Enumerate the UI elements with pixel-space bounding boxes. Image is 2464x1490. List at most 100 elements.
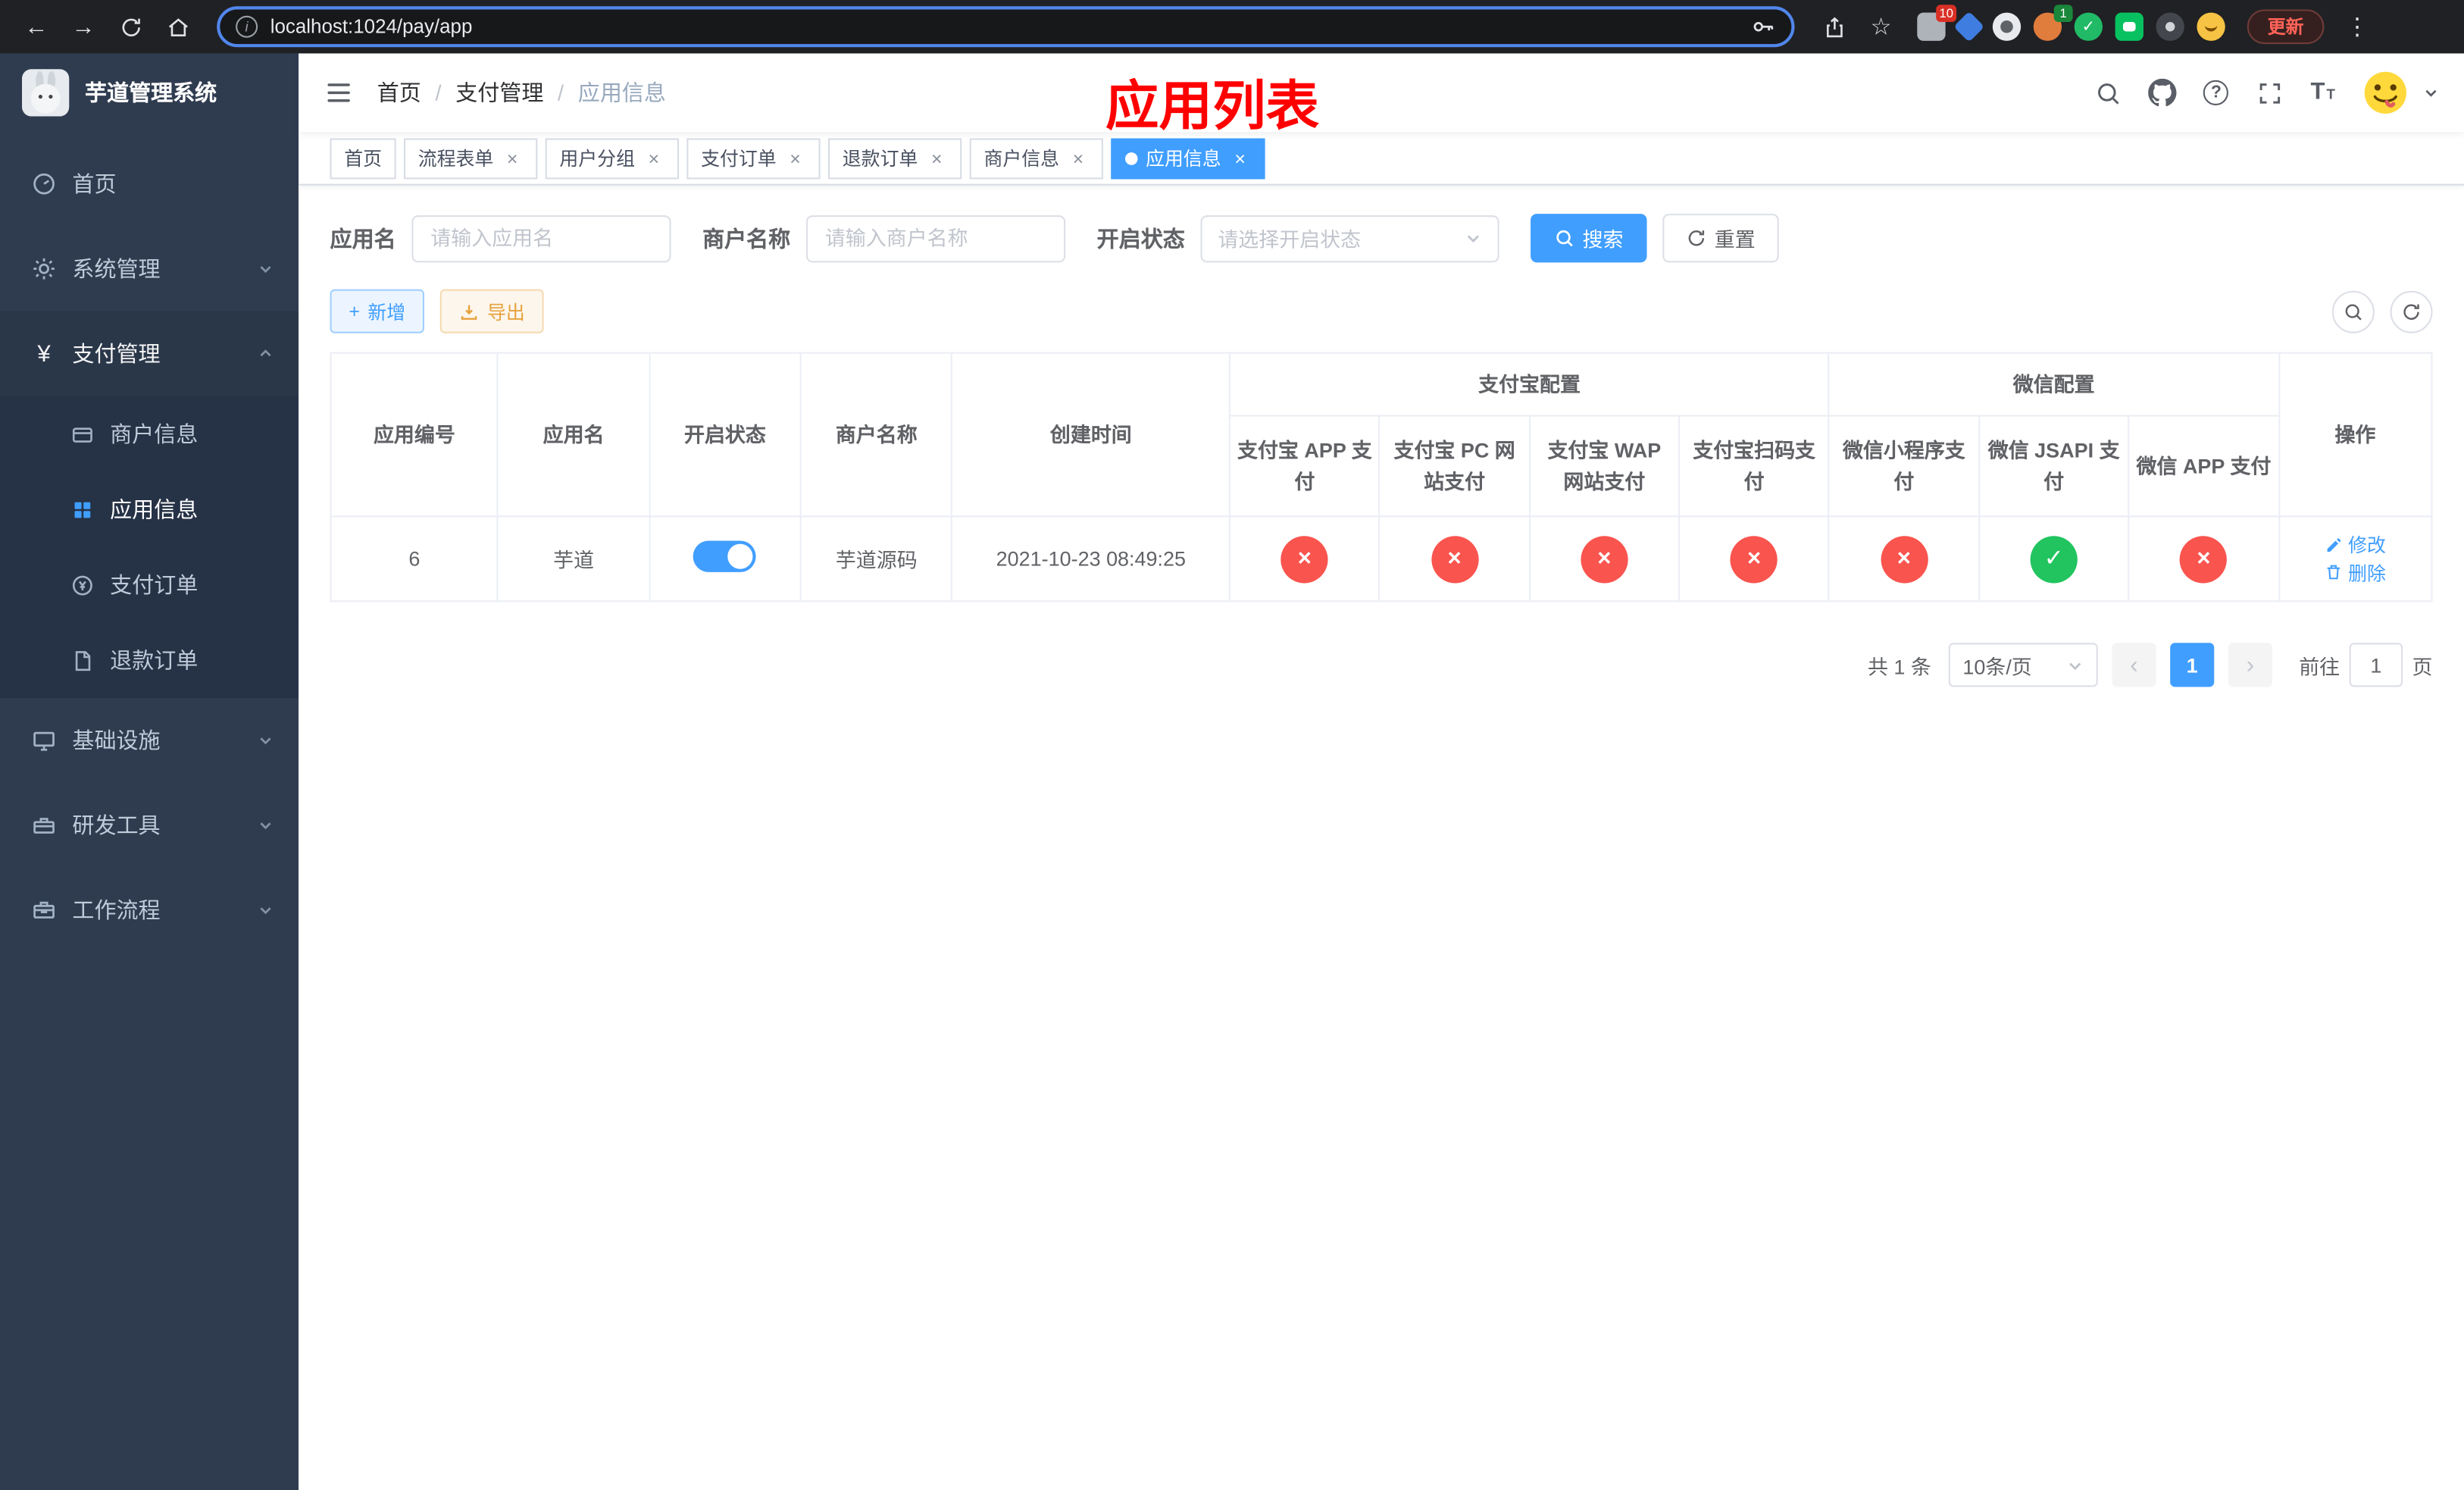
browser-update-button[interactable]: 更新 xyxy=(2247,9,2325,45)
export-button[interactable]: 导出 xyxy=(439,289,544,333)
sidebar-item-workflow[interactable]: 工作流程 xyxy=(0,868,299,953)
col-wechat-jsapi: 微信 JSAPI 支付 xyxy=(1978,415,2130,518)
close-icon[interactable]: × xyxy=(784,147,806,169)
page-size-select[interactable]: 10条/页 xyxy=(1948,643,2098,687)
chevron-down-icon xyxy=(258,817,274,833)
github-icon[interactable] xyxy=(2148,78,2178,107)
cell-alipay-pc: × xyxy=(1378,515,1531,603)
table-row: 6 芋道 芋道源码 2021-10-23 08:49:25 × × × × × xyxy=(330,515,2433,603)
sidebar-item-refund-order[interactable]: 退款订单 xyxy=(0,622,299,698)
alipay-app-status-icon: × xyxy=(1280,535,1329,583)
password-key-icon[interactable] xyxy=(1750,14,1775,39)
tab-pay-order[interactable]: 支付订单 × xyxy=(686,137,821,179)
sidebar-item-payment[interactable]: ¥ 支付管理 xyxy=(0,311,299,396)
browser-home-button[interactable] xyxy=(157,6,198,47)
goto-page-input[interactable] xyxy=(2349,643,2403,687)
col-alipay-pc: 支付宝 PC 网站支付 xyxy=(1378,415,1531,518)
tab-user-group[interactable]: 用户分组 × xyxy=(545,137,680,179)
alipay-wap-status-icon: × xyxy=(1581,535,1628,583)
hamburger-icon[interactable] xyxy=(324,77,355,108)
refresh-button[interactable] xyxy=(2390,290,2433,333)
col-merchant: 商户名称 xyxy=(799,352,953,518)
col-wechat-app: 微信 APP 支付 xyxy=(2128,415,2280,518)
briefcase-icon xyxy=(31,897,56,922)
sidebar-item-merchant-info[interactable]: 商户信息 xyxy=(0,396,299,472)
sidebar: 芋道管理系统 首页 系统管理 ¥ 支付管理 商户信息 应用信息 支付订单 退款订… xyxy=(0,53,299,1490)
font-size-icon[interactable]: TT xyxy=(2310,79,2335,107)
page-number-1[interactable]: 1 xyxy=(2170,643,2215,687)
edit-button[interactable]: 修改 xyxy=(2325,531,2386,558)
app-logo[interactable]: 芋道管理系统 xyxy=(0,54,299,133)
document-icon xyxy=(69,647,94,672)
extensions-puzzle-icon[interactable]: 10 xyxy=(1917,5,1957,41)
merchant-name-input[interactable] xyxy=(805,214,1066,262)
prev-page-button[interactable]: ‹ xyxy=(2112,643,2156,687)
tab-app-info[interactable]: 应用信息 × xyxy=(1111,137,1265,179)
cell-alipay-qr: × xyxy=(1678,515,1831,603)
app-title: 芋道管理系统 xyxy=(84,80,217,105)
status-toggle[interactable] xyxy=(693,540,757,572)
user-avatar[interactable] xyxy=(2362,69,2409,117)
logo-avatar xyxy=(22,69,70,117)
bookmark-star-icon[interactable]: ☆ xyxy=(1861,6,1902,47)
close-icon[interactable]: × xyxy=(1067,147,1089,169)
close-icon[interactable]: × xyxy=(643,147,664,169)
sidebar-item-system[interactable]: 系统管理 xyxy=(0,227,299,311)
reset-button[interactable]: 重置 xyxy=(1662,214,1779,263)
help-icon[interactable]: ? xyxy=(2203,80,2229,105)
share-icon[interactable] xyxy=(1813,6,1854,47)
browser-toolbar: ← → i localhost:1024/pay/app ☆ 10 1 ✓ 更新… xyxy=(0,0,2464,54)
cell-alipay-app: × xyxy=(1228,515,1381,603)
delete-button[interactable]: 删除 xyxy=(2325,559,2386,585)
close-icon[interactable]: × xyxy=(502,147,524,169)
chevron-down-icon[interactable] xyxy=(2423,85,2439,101)
sidebar-item-infrastructure[interactable]: 基础设施 xyxy=(0,698,299,783)
close-icon[interactable]: × xyxy=(1229,147,1251,169)
browser-reload-button[interactable] xyxy=(110,6,151,47)
extension-icon-6[interactable] xyxy=(2115,12,2143,41)
right-toolbar xyxy=(2331,290,2433,333)
extension-icon-4[interactable]: 1 xyxy=(2033,5,2073,41)
close-icon[interactable]: × xyxy=(926,147,948,169)
extension-icon-2[interactable] xyxy=(1953,11,1985,42)
breadcrumb-home[interactable]: 首页 xyxy=(377,77,421,108)
url-bar[interactable]: i localhost:1024/pay/app xyxy=(217,6,1795,48)
add-button[interactable]: + 新增 xyxy=(330,289,425,333)
tab-refund-order[interactable]: 退款订单 × xyxy=(828,137,962,179)
sidebar-menu: 首页 系统管理 ¥ 支付管理 商户信息 应用信息 支付订单 退款订单 基础设施 … xyxy=(0,132,299,1490)
col-app-name: 应用名 xyxy=(497,352,651,518)
tab-home[interactable]: 首页 xyxy=(330,137,396,179)
cell-wechat-jsapi: ✓ xyxy=(1978,515,2130,603)
browser-menu-icon[interactable]: ⋮ xyxy=(2337,6,2378,47)
col-wechat-mini: 微信小程序支付 xyxy=(1828,415,1980,518)
wechat-mini-status-icon: × xyxy=(1880,535,1928,583)
sidebar-item-home[interactable]: 首页 xyxy=(0,142,299,227)
breadcrumb-payment[interactable]: 支付管理 xyxy=(455,77,543,108)
status-select[interactable]: 请选择开启状态 xyxy=(1200,214,1499,262)
wechat-app-status-icon: × xyxy=(2180,535,2228,583)
extension-icon-3[interactable] xyxy=(1992,12,2022,41)
app-name-input[interactable] xyxy=(411,214,671,262)
extension-badge: 10 xyxy=(1936,5,1957,23)
extension-icon-5[interactable]: ✓ xyxy=(2074,12,2103,41)
browser-forward-button[interactable]: → xyxy=(63,6,104,47)
tab-merchant-info[interactable]: 商户信息 × xyxy=(969,137,1104,179)
cell-status xyxy=(649,515,802,603)
breadcrumb: 首页 / 支付管理 / 应用信息 xyxy=(377,77,666,108)
sidebar-item-dev-tools[interactable]: 研发工具 xyxy=(0,783,299,868)
breadcrumb-separator: / xyxy=(435,80,442,105)
chevron-up-icon xyxy=(258,346,274,362)
credit-card-icon xyxy=(69,421,94,446)
search-icon[interactable] xyxy=(2093,79,2122,107)
fullscreen-icon[interactable] xyxy=(2256,79,2284,107)
site-info-icon[interactable]: i xyxy=(236,15,258,38)
search-button[interactable]: 搜索 xyxy=(1531,214,1647,263)
extension-icon-7[interactable] xyxy=(2156,12,2184,41)
extension-icon-8[interactable] xyxy=(2197,12,2225,41)
toggle-search-button[interactable] xyxy=(2331,290,2375,333)
sidebar-item-app-info[interactable]: 应用信息 xyxy=(0,471,299,547)
browser-back-button[interactable]: ← xyxy=(16,6,57,47)
next-page-button[interactable]: › xyxy=(2228,643,2272,687)
tab-process-form[interactable]: 流程表单 × xyxy=(404,137,538,179)
sidebar-item-pay-order[interactable]: 支付订单 xyxy=(0,546,299,623)
